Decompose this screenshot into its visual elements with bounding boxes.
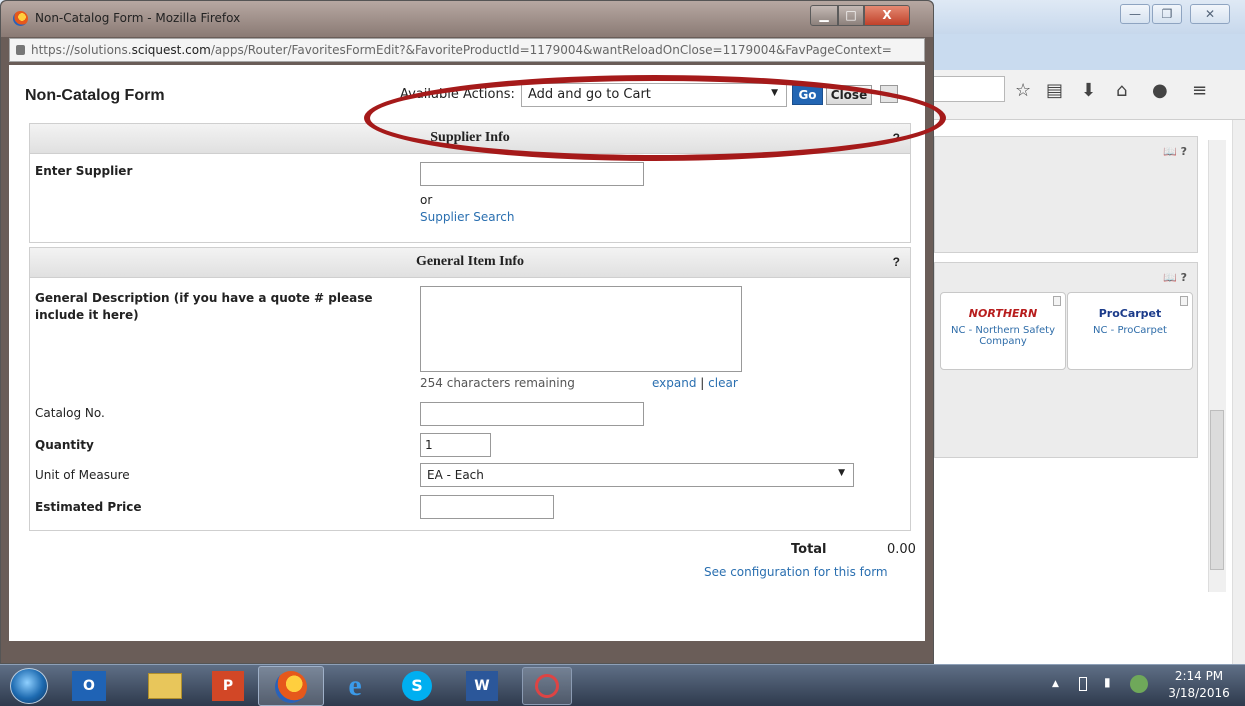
firefox-icon [13, 11, 28, 26]
outlook-icon[interactable]: O [72, 671, 106, 701]
popup-window: Non-Catalog Form - Mozilla Firefox ▁ □ X… [0, 0, 946, 664]
print-icon[interactable] [880, 85, 898, 103]
home-icon[interactable]: ⌂ [1116, 80, 1127, 101]
popup-minimize-button[interactable]: ▁ [810, 5, 838, 26]
supplier-tile-northern[interactable]: NORTHERN NC - Northern Safety Company [940, 292, 1066, 370]
expand-link[interactable]: expand [652, 376, 696, 390]
star-icon[interactable]: ☆ [1015, 80, 1031, 101]
close-button[interactable]: Close [826, 85, 872, 105]
start-button[interactable] [10, 668, 48, 704]
battery-icon[interactable] [1079, 677, 1087, 691]
firefox-taskbar-icon[interactable] [258, 666, 324, 706]
popup-window-title: Non-Catalog Form - Mozilla Firefox [35, 11, 241, 25]
background-right-strip [1232, 120, 1245, 664]
popup-url-text: https://solutions.sciquest.com/apps/Rout… [31, 43, 892, 57]
procarpet-logo: ProCarpet [1098, 307, 1162, 320]
catalog-no-input[interactable] [420, 402, 644, 426]
bg-close-button[interactable]: ✕ [1190, 4, 1230, 24]
network-icon[interactable] [1130, 675, 1148, 693]
help-icon[interactable]: ? [893, 248, 900, 276]
quantity-input[interactable]: 1 [420, 433, 491, 457]
download-icon[interactable]: ⬇ [1081, 80, 1096, 101]
see-configuration-link[interactable]: See configuration for this form [704, 565, 888, 579]
supplier-tile-label: NC - Northern Safety Company [951, 325, 1055, 347]
supplier-info-header: Supplier Info ? [30, 124, 910, 154]
chevron-down-icon: ▼ [771, 88, 778, 98]
supplier-input[interactable] [420, 162, 644, 186]
background-url-field[interactable] [930, 76, 1005, 102]
file-explorer-icon[interactable] [148, 673, 182, 699]
chevron-down-icon: ▼ [838, 468, 845, 478]
total-value: 0.00 [887, 542, 916, 557]
general-item-info-section: General Item Info ? General Description … [29, 247, 911, 531]
actions-select-value: Add and go to Cart [528, 87, 651, 102]
show-hidden-icons-icon[interactable]: ▲ [1052, 679, 1059, 689]
northern-logo: NORTHERN [968, 307, 1038, 320]
link-separator: | [700, 376, 705, 390]
actions-select[interactable]: Add and go to Cart ▼ [521, 83, 787, 107]
bg-maximize-button[interactable]: ❐ [1152, 4, 1182, 24]
windows-taskbar: O P e S W ▲ ▮ 2:14 PM 3/18/2016 [0, 664, 1245, 706]
background-panel-top: 📖 ? [934, 136, 1198, 253]
internet-explorer-icon[interactable]: e [338, 669, 372, 703]
general-item-info-header: General Item Info ? [30, 248, 910, 278]
background-scrollbar-thumb[interactable] [1210, 410, 1224, 570]
actions-label: Available Actions: [400, 87, 515, 102]
supplier-info-section: Supplier Info ? Enter Supplier or Suppli… [29, 123, 911, 243]
expand-clear-links: expand | clear [652, 376, 738, 390]
signal-icon[interactable]: ▮ [1104, 675, 1111, 689]
unit-of-measure-select[interactable]: EA - Each ▼ [420, 463, 854, 487]
enter-supplier-label: Enter Supplier [35, 164, 133, 178]
unit-of-measure-label: Unit of Measure [35, 468, 130, 482]
powerpoint-icon[interactable]: P [212, 671, 244, 701]
word-icon[interactable]: W [466, 671, 498, 701]
form-title: Non-Catalog Form [25, 87, 165, 104]
popup-maximize-button[interactable]: □ [838, 5, 864, 26]
panel-help-icon[interactable]: 📖 ? [1163, 145, 1187, 158]
document-icon [1180, 296, 1188, 306]
description-textarea[interactable] [420, 286, 742, 372]
help-icon[interactable]: ? [893, 124, 900, 152]
clock-date: 3/18/2016 [1168, 686, 1230, 700]
menu-icon[interactable]: ≡ [1192, 80, 1207, 101]
popup-url-bar[interactable]: https://solutions.sciquest.com/apps/Rout… [9, 38, 925, 62]
total-label: Total [791, 542, 827, 557]
catalog-no-label: Catalog No. [35, 406, 105, 420]
supplier-info-title: Supplier Info [430, 130, 510, 145]
unit-of-measure-value: EA - Each [427, 468, 484, 482]
reader-icon[interactable]: ▤ [1046, 80, 1063, 101]
go-button[interactable]: Go [792, 85, 823, 105]
estimated-price-label: Estimated Price [35, 500, 142, 514]
panel-help-icon[interactable]: 📖 ? [1163, 271, 1187, 284]
description-label: General Description (if you have a quote… [35, 291, 373, 322]
clock-time: 2:14 PM [1174, 669, 1224, 683]
general-item-info-title: General Item Info [415, 254, 525, 269]
supplier-search-link[interactable]: Supplier Search [420, 210, 514, 224]
chars-remaining-text: 254 characters remaining [420, 376, 575, 390]
popup-titlebar[interactable]: Non-Catalog Form - Mozilla Firefox ▁ □ X [1, 1, 933, 37]
lock-icon [16, 45, 25, 55]
document-icon [1053, 296, 1061, 306]
clock[interactable]: 2:14 PM 3/18/2016 [1164, 668, 1234, 702]
skype-icon[interactable]: S [402, 671, 432, 701]
supplier-tile-procarpet[interactable]: ProCarpet NC - ProCarpet [1067, 292, 1193, 370]
quantity-label: Quantity [35, 438, 94, 452]
chat-icon[interactable]: ● [1152, 80, 1168, 101]
popup-content: Non-Catalog Form Available Actions: Add … [9, 65, 946, 641]
clear-link[interactable]: clear [708, 376, 738, 390]
popup-close-button[interactable]: X [864, 5, 910, 26]
bg-minimize-button[interactable]: — [1120, 4, 1150, 24]
or-text: or [420, 193, 433, 207]
supplier-tile-label: NC - ProCarpet [1093, 325, 1167, 336]
background-tabstrip [930, 34, 1245, 70]
estimated-price-input[interactable] [420, 495, 554, 519]
snipping-tool-icon[interactable] [522, 667, 572, 705]
